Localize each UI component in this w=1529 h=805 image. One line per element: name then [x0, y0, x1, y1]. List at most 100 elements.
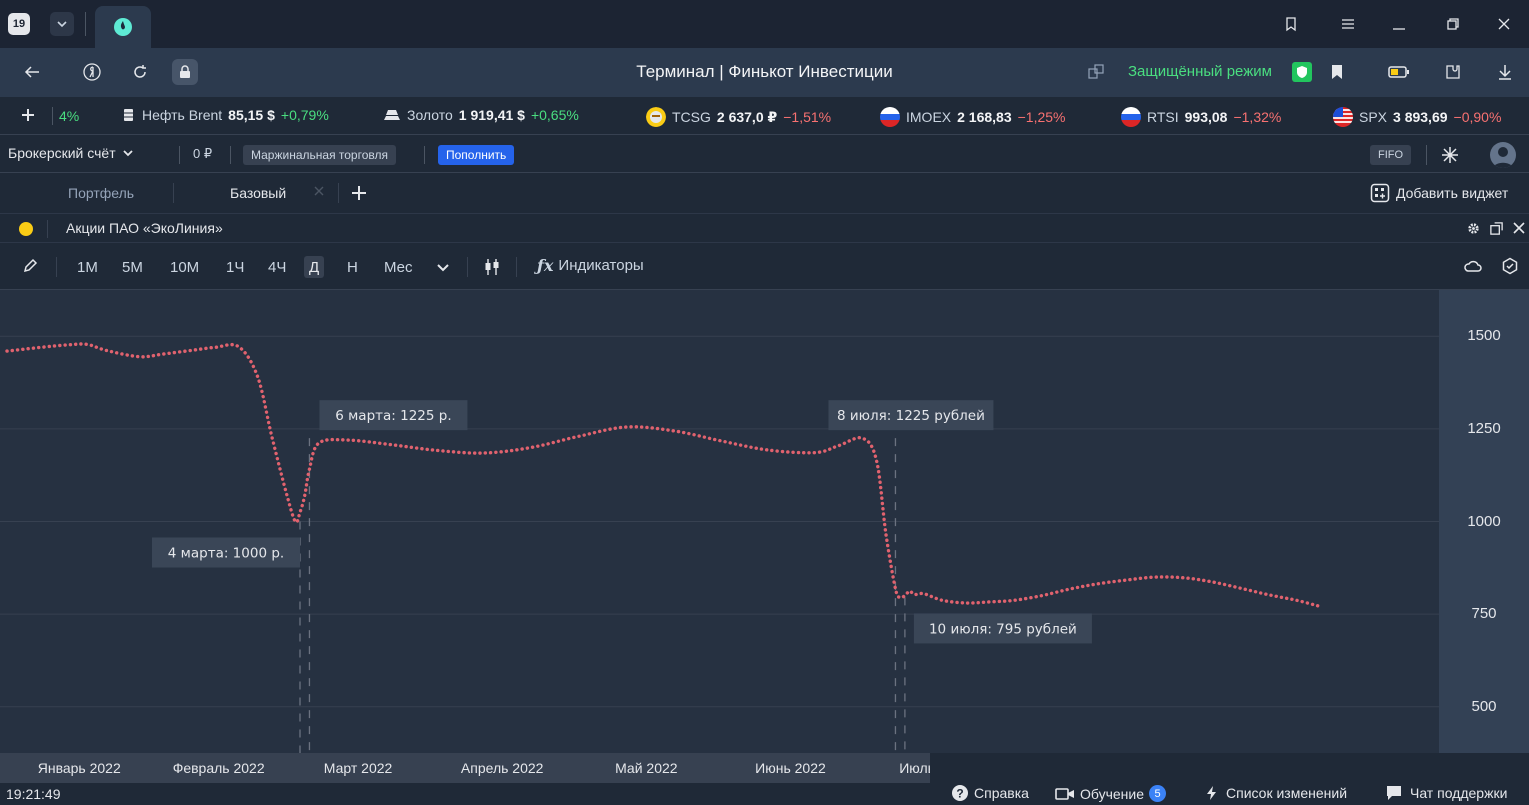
add-widget-label: Добавить виджет — [1396, 185, 1509, 201]
add-widget-icon — [1370, 183, 1390, 203]
translate-icon[interactable] — [1084, 60, 1108, 84]
timeframe-4h[interactable]: 4Ч — [263, 256, 291, 278]
bookmark-icon[interactable] — [1325, 60, 1349, 84]
ticker-price: 85,15 $ — [228, 107, 275, 123]
settings-gear-icon[interactable] — [1466, 221, 1481, 236]
account-bar: Брокерский счёт 0 ₽ Маржинальная торговл… — [0, 135, 1529, 173]
price-chart[interactable]: 4 марта: 1000 р. 6 марта: 1225 р. 8 июля: … — [0, 290, 1529, 753]
ticker-price: 1 919,41 $ — [458, 107, 525, 123]
minimize-icon[interactable] — [1389, 14, 1409, 34]
account-name: Брокерский счёт — [8, 145, 116, 161]
add-tab-button[interactable] — [350, 184, 368, 202]
x-tick-label: Апрель 2022 — [460, 760, 544, 776]
snowflake-icon[interactable] — [1440, 145, 1460, 165]
ticker-item-rtsi[interactable]: RTSI 993,08 −1,32% — [1121, 107, 1281, 127]
collections-icon[interactable] — [1281, 14, 1301, 34]
tab-count: 19 — [12, 18, 26, 30]
add-ticker-button[interactable] — [20, 107, 36, 123]
tab-basic[interactable]: Базовый — [230, 185, 286, 201]
ticker-name: Золото — [407, 107, 453, 123]
timeframe-5m[interactable]: 5М — [117, 256, 148, 278]
browser-address-bar: Терминал | Финькот Инвестиции Защищённый… — [0, 48, 1529, 97]
chevron-down-icon — [57, 21, 67, 28]
y-tick-label: 750 — [1471, 605, 1497, 623]
learning-badge: 5 — [1149, 785, 1167, 802]
margin-trading-button[interactable]: Маржинальная торговля — [243, 145, 396, 165]
menu-icon[interactable] — [1338, 14, 1358, 34]
chevron-down-icon[interactable] — [436, 260, 450, 274]
tab-list-dropdown[interactable] — [50, 12, 74, 36]
top-up-button[interactable]: Пополнить — [438, 145, 515, 165]
cloud-icon[interactable] — [1463, 258, 1483, 274]
help-circle-icon: ? — [952, 785, 968, 801]
annotation-label: 10 июля: 795 рублей — [929, 621, 1077, 637]
popout-icon[interactable] — [1489, 221, 1504, 236]
timeframe-week[interactable]: Н — [342, 256, 363, 278]
function-icon: ƒx — [537, 256, 554, 275]
ticker-item-brent[interactable]: Нефть Brent 85,15 $ +0,79% — [122, 107, 329, 123]
browser-tab-active[interactable] — [95, 6, 151, 48]
ticker-price: 2 168,83 — [957, 109, 1012, 125]
ticker-item-gold[interactable]: Золото 1 919,41 $ +0,65% — [383, 107, 579, 123]
timeframe-1h[interactable]: 1Ч — [221, 256, 249, 278]
chat-bubble-icon — [1387, 786, 1401, 800]
learning-label: Обучение — [1080, 785, 1145, 802]
close-window-icon[interactable] — [1494, 14, 1514, 34]
ticker-item-tcsg[interactable]: TCSG 2 637,0 ₽ −1,51% — [646, 107, 831, 127]
user-avatar[interactable] — [1490, 142, 1516, 168]
download-icon[interactable] — [1493, 60, 1517, 84]
add-widget-button[interactable]: Добавить виджет — [1370, 183, 1508, 203]
protected-mode-label[interactable]: Защищённый режим — [1128, 63, 1272, 80]
ticker-change: −1,25% — [1017, 109, 1066, 125]
close-tab-icon[interactable] — [313, 185, 325, 197]
tab-count-button[interactable]: 19 — [8, 13, 30, 35]
chevron-down-icon — [122, 150, 133, 157]
close-widget-icon[interactable] — [1512, 221, 1526, 235]
x-tick-label: Январь 2022 — [37, 760, 121, 776]
divider — [47, 220, 48, 238]
back-icon[interactable] — [20, 60, 44, 84]
y-tick-label: 1250 — [1467, 419, 1501, 437]
timeframe-day[interactable]: Д — [304, 256, 325, 278]
restore-icon[interactable] — [1443, 14, 1463, 34]
ticker-item-spx[interactable]: SPX 3 893,69 −0,90% — [1333, 107, 1501, 127]
ticker-item-imoex[interactable]: IMOEX 2 168,83 −1,25% — [880, 107, 1066, 127]
ticker-change: +0,65% — [530, 107, 579, 123]
tab-separator — [85, 12, 86, 36]
badge-check-icon[interactable] — [1501, 257, 1519, 275]
user-icon — [1493, 147, 1513, 168]
timeframe-10m[interactable]: 10М — [165, 256, 204, 278]
annotation-label: 4 марта: 1000 р. — [168, 546, 284, 562]
gold-bars-icon — [384, 110, 400, 120]
extensions-icon[interactable] — [1441, 60, 1465, 84]
support-chat-link[interactable]: Чат поддержки — [1384, 785, 1507, 801]
reload-icon[interactable] — [128, 60, 152, 84]
timeframe-month[interactable]: Мес — [379, 256, 418, 278]
candlestick-icon[interactable] — [482, 257, 502, 277]
video-camera-icon — [1055, 787, 1074, 800]
indicators-button[interactable]: ƒx Индикаторы — [537, 256, 644, 275]
learning-link[interactable]: Обучение 5 — [1055, 785, 1167, 802]
tab-portfolio[interactable]: Портфель — [68, 185, 134, 201]
timeframe-1m[interactable]: 1М — [72, 256, 103, 278]
help-link[interactable]: ? Справка — [952, 785, 1029, 801]
chart-toolbar: 1М 5М 10М 1Ч 4Ч Д Н Мес ƒx Индикаторы — [0, 243, 1529, 290]
lock-icon[interactable] — [172, 59, 198, 85]
shield-icon[interactable] — [1290, 60, 1314, 84]
pencil-icon[interactable] — [22, 258, 38, 274]
fifo-button[interactable]: FIFO — [1370, 145, 1412, 165]
account-balance: 0 ₽ — [193, 146, 213, 161]
y-tick-label: 500 — [1471, 697, 1497, 715]
lightning-icon — [1207, 786, 1216, 800]
ticker-name: SPX — [1359, 109, 1388, 125]
divider — [467, 257, 468, 277]
battery-icon[interactable] — [1387, 60, 1411, 84]
changelog-link[interactable]: Список изменений — [1206, 785, 1347, 801]
yandex-icon[interactable] — [80, 60, 104, 84]
changelog-label: Список изменений — [1226, 785, 1348, 801]
ticker-item-partial[interactable]: 4% — [52, 107, 79, 125]
widget-color-dot[interactable] — [19, 222, 33, 236]
divider — [516, 257, 517, 277]
chart-plot-area[interactable]: 4 марта: 1000 р. 6 марта: 1225 р. 8 июля: … — [0, 290, 1439, 753]
account-selector[interactable]: Брокерский счёт — [8, 145, 134, 161]
